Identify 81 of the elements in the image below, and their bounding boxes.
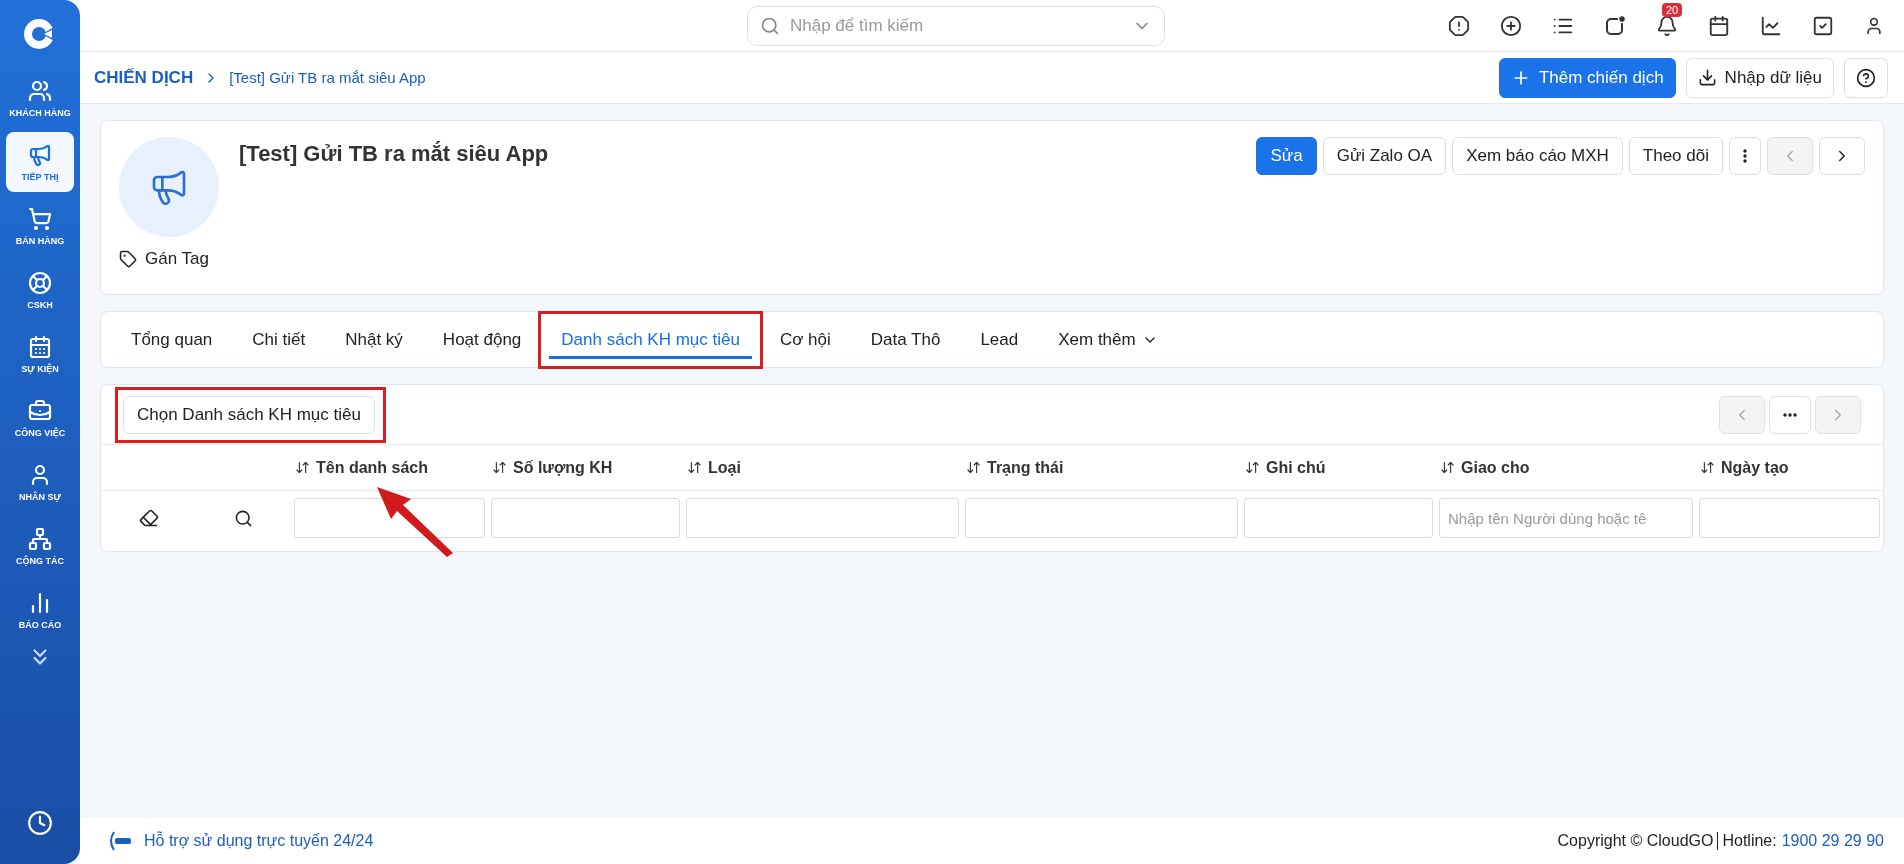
breadcrumb-current: [Test] Gửi TB ra mắt siêu App	[229, 69, 426, 86]
tab[interactable]: Tổng quan	[111, 318, 233, 361]
column-header[interactable]: Giao cho	[1436, 445, 1696, 491]
sales-icon	[28, 206, 52, 231]
hotline-link[interactable]: 1900 29 29 90	[1781, 832, 1884, 850]
column-header[interactable]: Trạng thái	[962, 445, 1241, 491]
sidebar-item[interactable]: KHÁCH HÀNG	[6, 68, 74, 128]
sidebar-item[interactable]: TIẾP THỊ	[6, 132, 74, 192]
action-button[interactable]: Sửa	[1256, 137, 1317, 175]
help-icon	[1856, 67, 1876, 88]
tab[interactable]: Nhật ký	[325, 318, 423, 361]
breadcrumb-link[interactable]: CHIẾN DỊCH	[94, 67, 194, 88]
action-button[interactable]: Theo dõi	[1628, 137, 1723, 175]
bell-icon[interactable]	[1656, 14, 1678, 37]
tab[interactable]: Lead	[960, 318, 1039, 361]
filter-field[interactable]: Nhập tên Người dùng hoặc tê	[1439, 498, 1693, 538]
events-icon	[28, 334, 52, 359]
more-button[interactable]	[1769, 395, 1811, 434]
filter-field[interactable]	[1699, 498, 1880, 538]
support-link[interactable]: Hỗ trợ sử dụng trực tuyến 24/24	[144, 832, 374, 850]
select-list-button[interactable]: Chọn Danh sách KH mục tiêu	[123, 395, 375, 434]
tab[interactable]: Danh sách KH mục tiêu	[541, 318, 760, 361]
sort-icon	[1440, 460, 1455, 475]
help-button[interactable]	[1844, 57, 1888, 98]
tag-icon	[119, 250, 137, 268]
more-button[interactable]	[1729, 137, 1761, 175]
tab[interactable]: Cơ hội	[759, 318, 851, 361]
notification-badge: 20	[1662, 2, 1683, 17]
sort-icon	[295, 460, 310, 475]
sidebar-item[interactable]: CSKH	[6, 260, 74, 320]
more-icon	[1783, 412, 1797, 417]
sidebar-item[interactable]: CỘNG TÁC	[6, 516, 74, 576]
search-bar[interactable]: Nhập để tìm kiếm	[747, 5, 1165, 46]
record-title: [Test] Gửi TB ra mắt siêu App	[239, 141, 549, 168]
sort-icon	[1245, 460, 1260, 475]
tab[interactable]: Hoạt động	[422, 318, 542, 361]
sort-icon	[1700, 460, 1715, 475]
sidebar-item[interactable]: NHÂN SỰ	[6, 452, 74, 512]
hotline-label: Hotline:	[1722, 832, 1777, 850]
search-icon	[760, 15, 780, 36]
filter-field[interactable]	[965, 498, 1238, 538]
sidebar-item[interactable]: BÁO CÁO	[6, 580, 74, 640]
column-header[interactable]: Ghi chú	[1241, 445, 1436, 491]
clock-icon[interactable]	[27, 810, 53, 836]
column-header[interactable]: Ngày tạo	[1696, 445, 1883, 491]
filter-field[interactable]	[1244, 498, 1433, 538]
eraser-icon[interactable]	[138, 508, 159, 528]
column-header[interactable]: Loại	[683, 445, 962, 491]
tab[interactable]: Data Thô	[850, 318, 961, 361]
user-icon[interactable]	[1864, 15, 1884, 36]
tab[interactable]: Chi tiết	[232, 318, 326, 361]
sort-icon	[687, 460, 702, 475]
action-button[interactable]: Xem báo cáo MXH	[1452, 137, 1623, 175]
calendar-icon[interactable]	[1708, 14, 1730, 37]
customers-icon	[28, 78, 52, 103]
sidebar-item[interactable]: BÁN HÀNG	[6, 196, 74, 256]
support-icon	[28, 270, 52, 295]
sort-icon	[492, 460, 507, 475]
work-icon	[28, 398, 52, 423]
more-icon	[1743, 149, 1747, 163]
column-header[interactable]: Số lượng KH	[488, 445, 683, 491]
filter-field[interactable]	[686, 498, 959, 538]
assign-tag-link[interactable]: Gán Tag	[145, 249, 209, 269]
filter-field[interactable]	[294, 498, 485, 538]
filter-field[interactable]	[491, 498, 680, 538]
import-button[interactable]: Nhập dữ liệu	[1685, 57, 1834, 98]
add-icon[interactable]	[1500, 14, 1522, 37]
download-icon	[1697, 68, 1717, 87]
copyright-text: Copyright © CloudGO	[1557, 832, 1714, 850]
action-button[interactable]: Gửi Zalo OA	[1322, 137, 1447, 175]
add-campaign-button[interactable]: Thêm chiến dịch	[1498, 57, 1676, 98]
sidebar-item[interactable]: CÔNG VIỆC	[6, 388, 74, 448]
checkbox-icon[interactable]	[1812, 14, 1834, 37]
search-icon[interactable]	[234, 508, 253, 528]
sort-icon	[966, 460, 981, 475]
chart-icon[interactable]	[1760, 14, 1782, 37]
marketing-icon	[28, 142, 52, 167]
alert-icon[interactable]	[1448, 14, 1470, 37]
tab[interactable]: Xem thêm	[1038, 318, 1178, 361]
collab-icon	[28, 526, 52, 551]
sidebar-item[interactable]: SỰ KIỆN	[6, 324, 74, 384]
